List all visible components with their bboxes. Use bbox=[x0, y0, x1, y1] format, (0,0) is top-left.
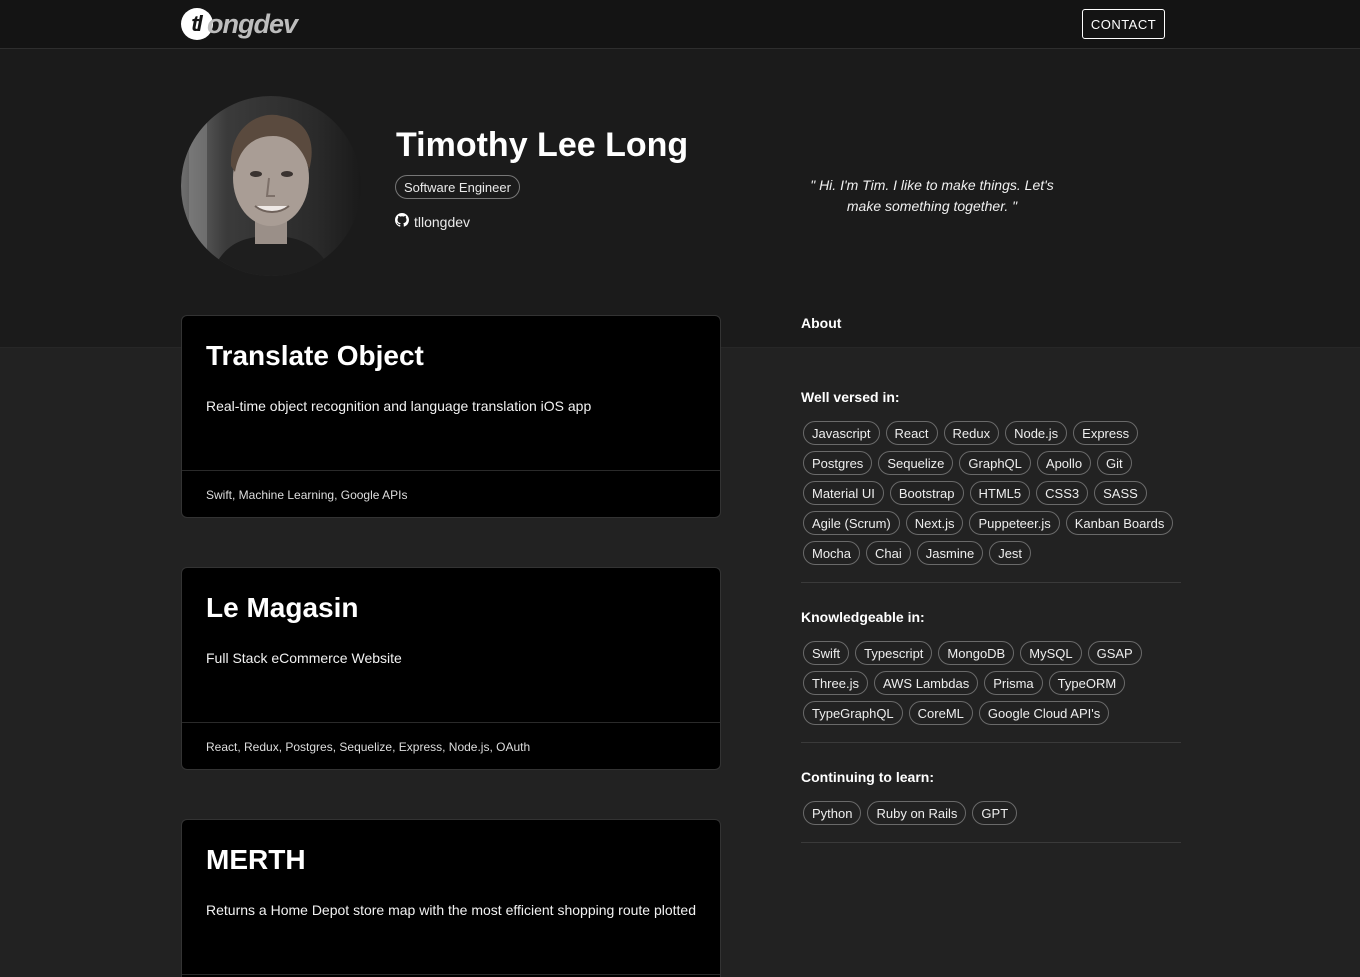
skills-well-versed: Well versed in: Javascript React Redux Node… bbox=[801, 389, 1181, 583]
github-handle: tllongdev bbox=[414, 213, 471, 230]
skill-chip: Typescript bbox=[855, 641, 933, 665]
skill-chip: SASS bbox=[1094, 481, 1147, 505]
skills-knowledgeable: Knowledgeable in: Swift Typescript MongoDB… bbox=[801, 609, 1181, 743]
skill-chip: GraphQL bbox=[959, 451, 1031, 475]
skill-chip: GPT bbox=[972, 801, 1018, 825]
skill-chip: Swift bbox=[803, 641, 850, 665]
skill-chip: Postgres bbox=[803, 451, 873, 475]
project-description: Real-time object recognition and languag… bbox=[206, 398, 592, 414]
logo-text: ongdev bbox=[207, 8, 298, 39]
skill-chip: Chai bbox=[866, 541, 911, 565]
skill-chip-list: Python Ruby on Rails GPT bbox=[801, 801, 1181, 831]
skills-continuing: Continuing to learn: Python Ruby on Rails… bbox=[801, 769, 1181, 843]
role-badge: Software Engineer bbox=[395, 175, 520, 199]
skill-chip: Javascript bbox=[803, 421, 880, 445]
project-card[interactable]: Le Magasin Full Stack eCommerce Website … bbox=[181, 567, 721, 770]
tab-about[interactable]: About bbox=[801, 315, 841, 331]
skill-chip: MySQL bbox=[1020, 641, 1082, 665]
skill-chip: Node.js bbox=[1005, 421, 1068, 445]
skill-chip: Kanban Boards bbox=[1065, 511, 1174, 535]
skill-chip: Jasmine bbox=[916, 541, 984, 565]
skill-chip: HTML5 bbox=[969, 481, 1031, 505]
skill-chip: Git bbox=[1097, 451, 1132, 475]
project-description: Returns a Home Depot store map with the … bbox=[206, 902, 697, 918]
skill-chip: Next.js bbox=[905, 511, 964, 535]
project-title: Translate Object bbox=[206, 340, 424, 371]
skill-chip: Google Cloud API's bbox=[978, 701, 1110, 725]
project-tech: React, Redux, Postgres, Sequelize, Expre… bbox=[182, 722, 720, 769]
skill-chip: Bootstrap bbox=[889, 481, 964, 505]
skill-chip: GSAP bbox=[1087, 641, 1142, 665]
skill-chip: React bbox=[885, 421, 938, 445]
skill-chip: AWS Lambdas bbox=[873, 671, 979, 695]
skill-chip: TypeORM bbox=[1048, 671, 1126, 695]
skill-chip: Prisma bbox=[984, 671, 1043, 695]
profile-quote: " Hi. I'm Tim. I like to make things. Le… bbox=[810, 177, 1054, 214]
skill-chip: MongoDB bbox=[938, 641, 1015, 665]
skill-chip: Python bbox=[803, 801, 862, 825]
section-heading: Continuing to learn: bbox=[801, 769, 934, 785]
project-description: Full Stack eCommerce Website bbox=[206, 650, 402, 666]
skill-chip-list: Swift Typescript MongoDB MySQL GSAP Three.js A… bbox=[801, 641, 1181, 731]
project-title: MERTH bbox=[206, 844, 306, 875]
skill-chip-list: Javascript React Redux Node.js Express Postgr… bbox=[801, 421, 1181, 571]
github-link[interactable]: tllongdev bbox=[395, 213, 470, 230]
project-card[interactable]: MERTH Returns a Home Depot store map wit… bbox=[181, 819, 721, 977]
skill-chip: Agile (Scrum) bbox=[803, 511, 900, 535]
project-tech: Swift, Machine Learning, Google APIs bbox=[182, 470, 720, 517]
skill-chip: Express bbox=[1073, 421, 1139, 445]
skill-chip: TypeGraphQL bbox=[803, 701, 903, 725]
site-logo[interactable]: tl ongdev bbox=[181, 7, 298, 41]
section-heading: Knowledgeable in: bbox=[801, 609, 925, 625]
skill-chip: Three.js bbox=[803, 671, 868, 695]
profile-photo bbox=[181, 96, 361, 276]
section-heading: Well versed in: bbox=[801, 389, 900, 405]
skill-chip: Sequelize bbox=[878, 451, 954, 475]
skill-chip: Apollo bbox=[1036, 451, 1092, 475]
skill-chip: CoreML bbox=[908, 701, 973, 725]
profile-name: Timothy Lee Long bbox=[396, 126, 689, 164]
avatar bbox=[181, 96, 361, 276]
skill-chip: Puppeteer.js bbox=[969, 511, 1060, 535]
skill-chip: Material UI bbox=[803, 481, 884, 505]
skill-chip: Jest bbox=[989, 541, 1032, 565]
skill-chip: CSS3 bbox=[1036, 481, 1089, 505]
skill-chip: Ruby on Rails bbox=[867, 801, 967, 825]
github-icon bbox=[395, 213, 414, 230]
skill-chip: Mocha bbox=[803, 541, 861, 565]
skill-chip: Redux bbox=[943, 421, 1000, 445]
project-card[interactable]: Translate Object Real-time object recogn… bbox=[181, 315, 721, 518]
contact-button[interactable]: CONTACT bbox=[1082, 9, 1165, 39]
navbar: tl ongdev CONTACT bbox=[0, 0, 1360, 49]
project-title: Le Magasin bbox=[206, 592, 359, 623]
